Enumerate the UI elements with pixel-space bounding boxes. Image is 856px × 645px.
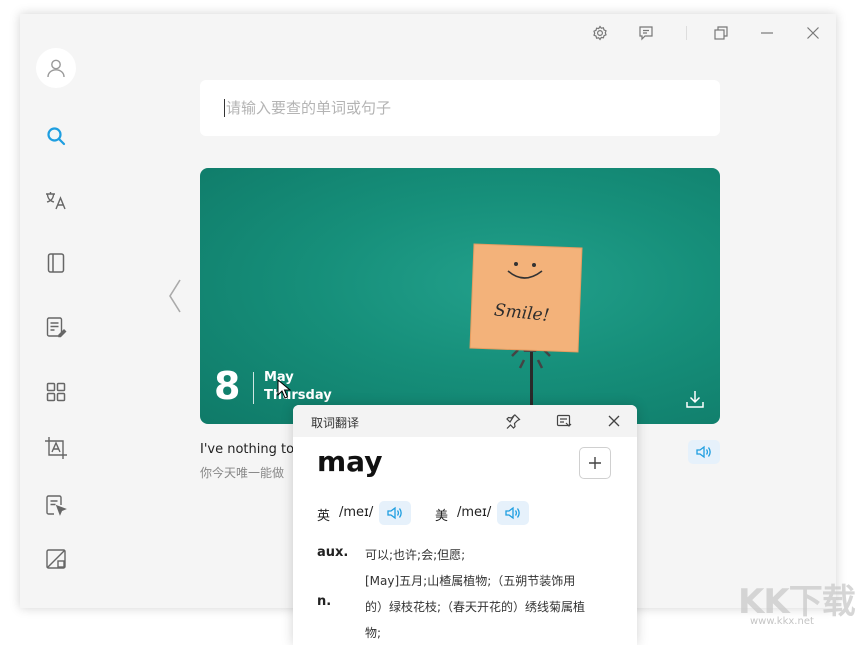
window-restore-icon: [714, 26, 728, 40]
definition-line: 可以;也许;会;但愿;: [365, 548, 466, 562]
chevron-left-icon: [169, 279, 181, 313]
sidebar-item-translate[interactable]: [40, 184, 72, 216]
book-icon: [47, 253, 65, 273]
date-weekday: Thursday: [264, 388, 332, 403]
uk-phonetic: /meɪ/: [339, 505, 374, 520]
popup-titlebar[interactable]: 取词翻译: [293, 405, 637, 437]
minimize-button[interactable]: [756, 22, 778, 44]
screenshot-text-icon: [45, 437, 67, 459]
definition-line: [May]五月;山楂属植物;（五朔节装饰用: [365, 574, 576, 588]
watermark-url: www.kkx.net: [750, 616, 814, 627]
definition-pos: aux.: [317, 545, 349, 560]
sidebar-item-notes[interactable]: [40, 311, 72, 343]
definition-line: 物;: [365, 626, 382, 640]
sidebar-item-search[interactable]: [40, 120, 72, 152]
feedback-icon: [639, 26, 653, 41]
plus-icon: [589, 457, 601, 469]
restore-button[interactable]: [710, 22, 732, 44]
popup-title: 取词翻译: [311, 416, 360, 430]
settings-icon: [593, 25, 607, 41]
add-to-wordbook-button[interactable]: [579, 447, 611, 479]
search-input[interactable]: [200, 80, 720, 136]
pin-button[interactable]: [503, 411, 523, 431]
download-icon: [686, 391, 704, 408]
text-caret: [224, 99, 225, 117]
date-day: 8: [214, 364, 241, 408]
apps-grid-icon: [46, 382, 66, 402]
translate-icon: [46, 192, 66, 210]
sidebar-item-wordbook[interactable]: [40, 247, 72, 279]
sidebar-item-screenshot-ocr[interactable]: [40, 432, 72, 464]
minimize-icon: [761, 32, 773, 34]
feedback-button[interactable]: [635, 22, 657, 44]
avatar[interactable]: [36, 48, 76, 88]
us-phonetic: /meɪ/: [457, 505, 492, 520]
sidebar-item-apps[interactable]: [40, 376, 72, 408]
sidebar-item-image-translate[interactable]: [40, 543, 72, 575]
popup-close-button[interactable]: [604, 411, 624, 431]
mouse-cursor: [277, 379, 291, 399]
sidebar-item-doc-translate[interactable]: [40, 489, 72, 521]
previous-day-button[interactable]: [164, 276, 188, 316]
search-box: [200, 80, 720, 136]
open-main-window-button[interactable]: [554, 411, 574, 431]
uk-label: 英: [317, 509, 331, 524]
quote-audio-button[interactable]: [688, 440, 720, 464]
notes-icon: [46, 317, 67, 338]
dock-icon: [556, 414, 572, 427]
lookup-word: may: [317, 445, 383, 478]
user-icon: [47, 59, 65, 78]
us-label: 美: [435, 509, 449, 524]
speaker-icon: [696, 445, 711, 459]
image-edit-icon: [46, 549, 66, 569]
search-icon: [47, 127, 66, 146]
pin-icon: [506, 414, 521, 429]
daily-quote-english: I've nothing to: [200, 442, 295, 457]
close-button[interactable]: [802, 22, 824, 44]
download-image-button[interactable]: [684, 388, 706, 410]
close-icon: [807, 27, 819, 39]
speaker-icon: [505, 506, 520, 520]
date-separator: [253, 372, 254, 404]
settings-button[interactable]: [589, 22, 611, 44]
daily-quote-chinese: 你今天唯一能做: [200, 466, 285, 480]
document-select-icon: [46, 495, 67, 516]
definition-line: 的）绿枝花枝;（春天开花的）绣线菊属植: [365, 600, 586, 614]
uk-pronounce-button[interactable]: [379, 501, 411, 525]
word-lookup-popup: 取词翻译 may 英 /meɪ/ 美 /meɪ/ aux. 可以;也许;会;但愿…: [293, 405, 637, 645]
close-icon: [608, 415, 620, 427]
titlebar-separator: [686, 26, 687, 40]
sidebar: [20, 14, 92, 608]
speaker-icon: [387, 506, 402, 520]
definition-pos: n.: [317, 594, 332, 609]
us-pronounce-button[interactable]: [497, 501, 529, 525]
